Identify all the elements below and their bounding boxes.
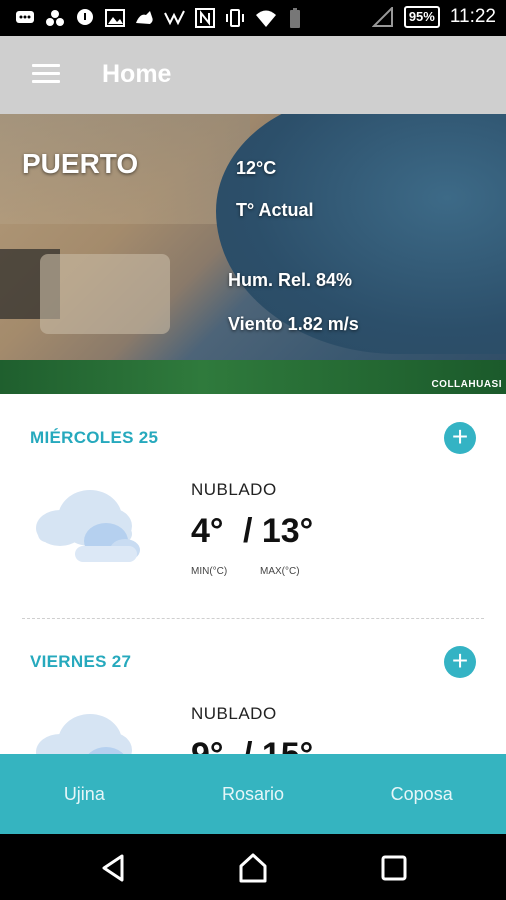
forecast-day: MIÉRCOLES 25 [30,428,159,447]
weather-condition: NUBLADO [191,704,277,723]
forecast-card: MIÉRCOLES 25 + NUBLADO 4° / 13° MIN(°C) … [22,394,484,618]
cloud-icon [30,710,140,754]
cat-icon [134,7,156,29]
recents-icon[interactable] [378,852,410,884]
app-bar: Home [0,36,506,114]
location-tabs: Ujina Rosario Coposa [0,754,506,834]
page-title: Home [102,60,172,88]
cloud-icon [30,486,140,566]
cell-signal-icon [371,6,394,28]
expand-button[interactable]: + [444,646,476,678]
temperature-range: 4° / 13° [191,512,313,551]
back-icon[interactable] [98,852,130,884]
max-label: MAX(°C) [260,566,300,577]
message-icon [14,7,36,29]
min-temperature: 4° [191,512,224,550]
battery-icon: 95% [403,6,440,28]
tab-ujina[interactable]: Ujina [0,754,169,834]
hero-port-area [40,254,170,334]
min-temperature: 9° [191,736,224,754]
tab-coposa[interactable]: Coposa [337,754,506,834]
current-temperature-label: T° Actual [236,200,314,220]
temperature-range: 9° / 15° [191,736,313,754]
current-temperature: 12°C [236,158,277,178]
settings-icon [44,7,66,29]
wind-speed: Viento 1.82 m/s [228,314,359,334]
tab-rosario[interactable]: Rosario [169,754,338,834]
max-temperature: / 13° [242,512,314,550]
location-name: PUERTO [22,148,139,179]
battery-saver-icon [284,7,306,29]
vibrate-icon [224,7,246,29]
max-temperature: / 15° [243,736,313,754]
humidity: Hum. Rel. 84% [228,270,353,290]
image-icon [104,7,126,29]
weather-condition: NUBLADO [191,480,277,499]
status-bar: 95% 11:22 [0,0,506,36]
clock: 11:22 [449,6,496,27]
forecast-day: VIERNES 27 [30,652,132,671]
navigation-bar [0,834,506,900]
notification-icons [14,7,306,29]
signal-icon [164,7,186,29]
status-right: 95% 11:22 [371,6,496,28]
chat-icon [74,7,96,29]
forecast-card: VIERNES 27 + NUBLADO 9° / 15° [22,618,484,754]
expand-button[interactable]: + [444,422,476,454]
nfc-icon [194,7,216,29]
menu-icon[interactable] [32,64,60,86]
hero-green-band [0,360,506,394]
company-logo: COLLAHUASI [431,379,502,390]
wifi-icon [254,7,276,29]
hero-banner: COLLAHUASI PUERTO 12°C T° Actual Hum. Re… [0,114,506,394]
min-label: MIN(°C) [191,566,228,577]
home-icon[interactable] [237,852,269,884]
